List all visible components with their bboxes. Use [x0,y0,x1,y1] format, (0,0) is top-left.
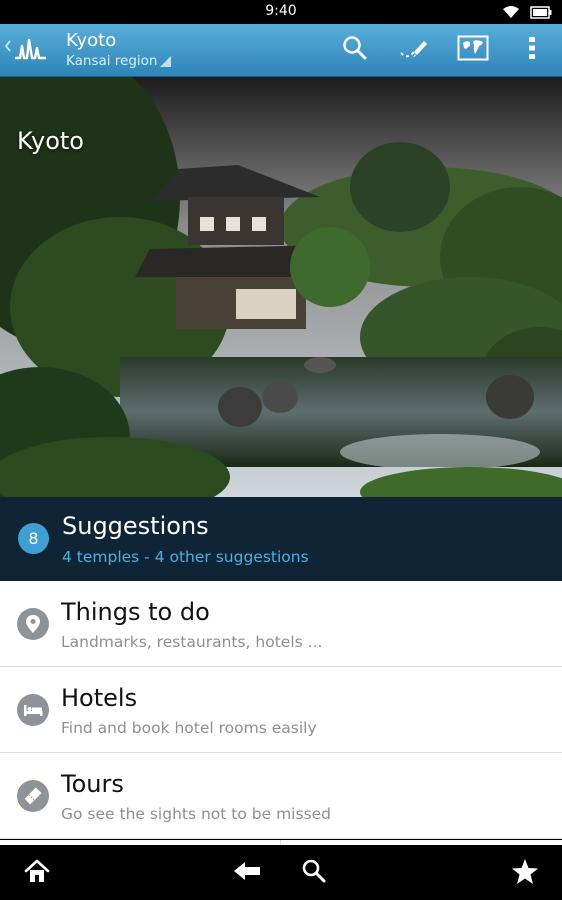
battery-icon [530,4,552,23]
menu-item-tours[interactable]: Tours Go see the sights not to be missed [0,753,562,839]
favorites-icon [511,858,539,889]
menu-item-things-to-do[interactable]: Things to do Landmarks, restaurants, hot… [0,581,562,667]
action-bar: Kyoto Kansai region [0,24,562,77]
menu-item-hotels[interactable]: Hotels Find and book hotel rooms easily [0,667,562,753]
action-bar-title[interactable]: Kyoto [66,30,116,51]
home-button[interactable] [19,857,55,889]
search-icon [301,858,327,888]
wifi-icon [502,4,520,23]
hero-photo-illustration [0,77,562,497]
location-pin-icon [17,608,49,640]
home-icon [23,858,51,888]
suggestions-title: Suggestions [62,512,209,540]
bottom-navigation [0,845,562,900]
hero-title: Kyoto [17,127,84,155]
search-icon [342,35,368,65]
status-bar: 9:40 [0,0,562,24]
region-selector[interactable]: Kansai region [66,53,171,69]
action-bar-subtitle: Kansai region [66,53,158,69]
search-button[interactable] [338,36,372,64]
favorites-button[interactable] [507,857,543,889]
app-logo-icon[interactable] [14,36,48,66]
up-chevron-icon[interactable] [4,38,12,57]
menu-item-title: Things to do [61,598,210,626]
search-button[interactable] [296,857,332,889]
back-icon [232,860,262,886]
ticket-icon [17,780,49,812]
route-button[interactable] [397,36,431,64]
menu-item-subtitle: Go see the sights not to be missed [61,805,332,823]
suggestions-count-badge: 8 [18,523,49,554]
route-icon [398,36,430,64]
status-time: 9:40 [265,3,297,19]
overflow-menu-icon [529,36,535,64]
menu-item-title: Hotels [61,684,138,712]
suggestions-row[interactable]: 8 Suggestions 4 temples - 4 other sugges… [0,497,562,581]
hero-photo[interactable]: Kyoto [0,77,562,497]
bed-icon [17,694,49,726]
map-button[interactable] [456,35,490,65]
menu-item-subtitle: Find and book hotel rooms easily [61,719,317,737]
dropdown-corner-icon [159,56,171,67]
menu-item-subtitle: Landmarks, restaurants, hotels ... [61,633,323,651]
overflow-menu-button[interactable] [515,36,549,64]
menu-item-title: Tours [61,770,124,798]
map-icon [457,35,489,65]
back-button[interactable] [229,857,265,889]
suggestions-subtitle: 4 temples - 4 other suggestions [62,548,309,566]
